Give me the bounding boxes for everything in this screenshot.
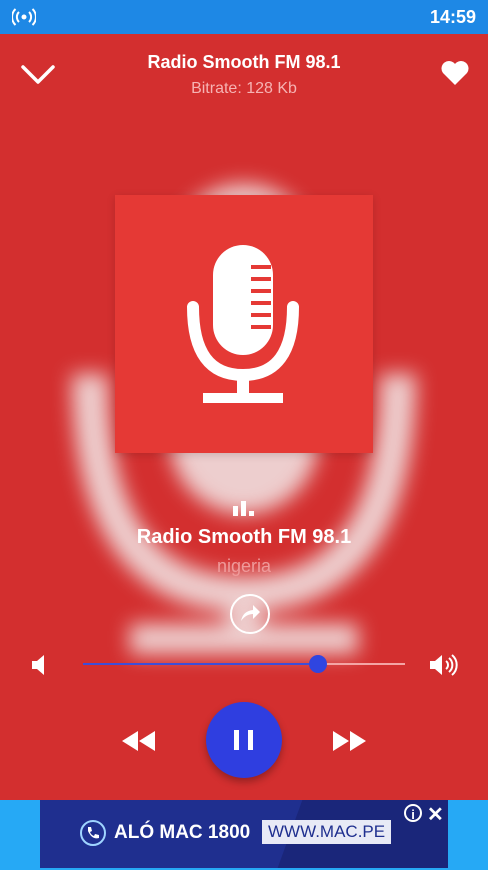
- volume-high-icon[interactable]: [428, 652, 460, 678]
- ad-close-icon[interactable]: ✕: [427, 802, 444, 827]
- player-screen: Radio Smooth FM 98.1 Bitrate: 128 Kb Rad…: [0, 34, 488, 800]
- fast-forward-icon[interactable]: [331, 728, 367, 754]
- volume-thumb[interactable]: [309, 655, 328, 673]
- player-title: Radio Smooth FM 98.1: [147, 52, 341, 72]
- volume-low-icon[interactable]: [28, 652, 50, 678]
- station-country: nigeria: [216, 556, 272, 576]
- status-time: 14:59: [429, 7, 476, 27]
- pause-icon: [234, 730, 239, 750]
- ad-info-icon[interactable]: i: [404, 804, 422, 822]
- ad-text: ALÓ MAC 1800: [114, 822, 251, 843]
- volume-slider[interactable]: [83, 655, 405, 673]
- bitrate-label: Bitrate: 128 Kb: [191, 80, 297, 97]
- microphone-icon: [187, 245, 299, 403]
- broadcast-icon: [12, 8, 36, 26]
- phone-icon: [80, 820, 106, 846]
- ad-banner[interactable]: ALÓ MAC 1800 WWW.MAC.PE i ✕: [0, 800, 488, 870]
- volume-fill: [83, 663, 319, 665]
- ad-content[interactable]: ALÓ MAC 1800 WWW.MAC.PE i ✕: [40, 800, 448, 868]
- pause-icon: [248, 730, 253, 750]
- rewind-icon[interactable]: [121, 728, 157, 754]
- station-name: Radio Smooth FM 98.1: [136, 526, 352, 548]
- ad-url[interactable]: WWW.MAC.PE: [262, 820, 392, 844]
- equalizer-icon: [233, 501, 254, 516]
- status-bar: 14:59: [0, 0, 488, 34]
- heart-icon[interactable]: [440, 58, 470, 88]
- station-artwork: [115, 195, 373, 453]
- share-icon[interactable]: [229, 593, 271, 635]
- pause-button[interactable]: [206, 702, 282, 778]
